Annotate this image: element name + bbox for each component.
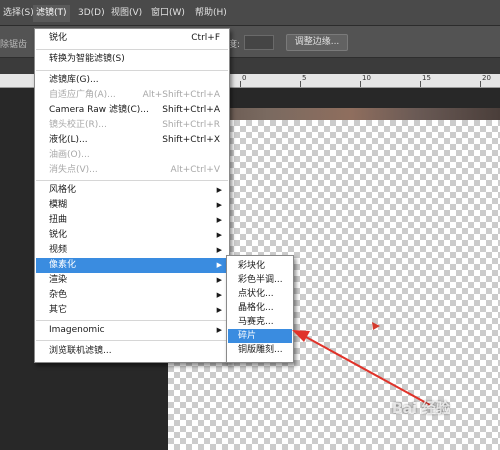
filter-menu: 锐化 Ctrl+F 转换为智能滤镜(S) 滤镜库(G)... 自适应广角(A).…: [34, 28, 230, 363]
menu-item-sharpen[interactable]: 锐化 ▶: [36, 228, 228, 243]
menu-item-last-filter[interactable]: 锐化 Ctrl+F: [36, 31, 228, 46]
submenu-arrow-icon: ▶: [216, 231, 222, 239]
menu-item-camera-raw[interactable]: Camera Raw 滤镜(C)... Shift+Ctrl+A: [36, 103, 228, 118]
menu-item-filter-gallery[interactable]: 滤镜库(G)...: [36, 73, 228, 88]
menu-item-browse-online[interactable]: 浏览联机滤镜...: [36, 344, 228, 359]
submenu-item-mosaic[interactable]: 马赛克...: [228, 315, 292, 329]
pixelate-submenu: 彩块化 彩色半调... 点状化... 晶格化... 马赛克... 碎片 铜版雕刻…: [226, 255, 294, 363]
submenu-item-facet[interactable]: 彩块化: [228, 259, 292, 273]
menu-item-blur[interactable]: 模糊 ▶: [36, 198, 228, 213]
submenu-arrow-icon: ▶: [216, 291, 222, 299]
menu-item-imagenomic[interactable]: Imagenomic ▶: [36, 323, 228, 338]
menu-item-convert-smart-filter[interactable]: 转换为智能滤镜(S): [36, 52, 228, 67]
menu-item-adaptive-wide-angle: 自适应广角(A)... Alt+Shift+Ctrl+A: [49, 90, 220, 100]
menu-item-noise[interactable]: 杂色 ▶: [36, 288, 228, 303]
submenu-item-mezzotint[interactable]: 铜版雕刻...: [228, 343, 292, 357]
menu-item-stylize[interactable]: 风格化 ▶: [36, 183, 228, 198]
menu-item-render[interactable]: 渲染 ▶: [36, 273, 228, 288]
ruler-label: 5: [302, 74, 307, 82]
submenu-item-pointillize[interactable]: 点状化...: [228, 287, 292, 301]
menu-view[interactable]: 视图(V): [108, 5, 145, 22]
anti-alias-label[interactable]: 除锯齿: [0, 37, 27, 50]
refine-edge-button[interactable]: 调整边缘...: [286, 34, 348, 51]
menu-help[interactable]: 帮助(H): [192, 5, 230, 22]
submenu-arrow-icon: ▶: [216, 306, 222, 314]
submenu-arrow-icon: ▶: [216, 216, 222, 224]
menu-bar: 选择(S) 滤镜(T) 3D(D) 视图(V) 窗口(W) 帮助(H): [0, 0, 500, 26]
submenu-item-color-halftone[interactable]: 彩色半调...: [228, 273, 292, 287]
submenu-arrow-icon: ▶: [216, 186, 222, 194]
watermark-logo: Bai 经验: [392, 401, 450, 417]
ruler-label: 15: [422, 74, 431, 82]
menu-item-other[interactable]: 其它 ▶: [36, 303, 228, 318]
menu-item-oil-paint: 油画(O)...: [49, 150, 90, 160]
ruler-label: 20: [482, 74, 491, 82]
menu-filter[interactable]: 滤镜(T): [33, 5, 70, 22]
submenu-arrow-icon: ▶: [216, 276, 222, 284]
menu-item-distort[interactable]: 扭曲 ▶: [36, 213, 228, 228]
menu-window[interactable]: 窗口(W): [148, 5, 188, 22]
width-input[interactable]: [244, 35, 274, 50]
submenu-arrow-icon: ▶: [216, 201, 222, 209]
menu-item-video[interactable]: 视频 ▶: [36, 243, 228, 258]
menu-select[interactable]: 选择(S): [0, 5, 37, 22]
submenu-item-crystallize[interactable]: 晶格化...: [228, 301, 292, 315]
submenu-arrow-icon: ▶: [216, 261, 222, 269]
submenu-arrow-icon: ▶: [216, 246, 222, 254]
ruler-label: 10: [362, 74, 371, 82]
submenu-arrow-icon: ▶: [216, 326, 222, 334]
menu-item-vanishing-point: 消失点(V)... Alt+Ctrl+V: [49, 165, 220, 175]
submenu-item-fragment[interactable]: 碎片: [228, 329, 292, 343]
ruler-label: 0: [242, 74, 247, 82]
menu-3d[interactable]: 3D(D): [75, 5, 108, 22]
menu-item-lens-correction: 镜头校正(R)... Shift+Ctrl+R: [49, 120, 220, 130]
menu-item-liquify[interactable]: 液化(L)... Shift+Ctrl+X: [36, 133, 228, 148]
menu-item-pixelate[interactable]: 像素化 ▶: [36, 258, 228, 273]
